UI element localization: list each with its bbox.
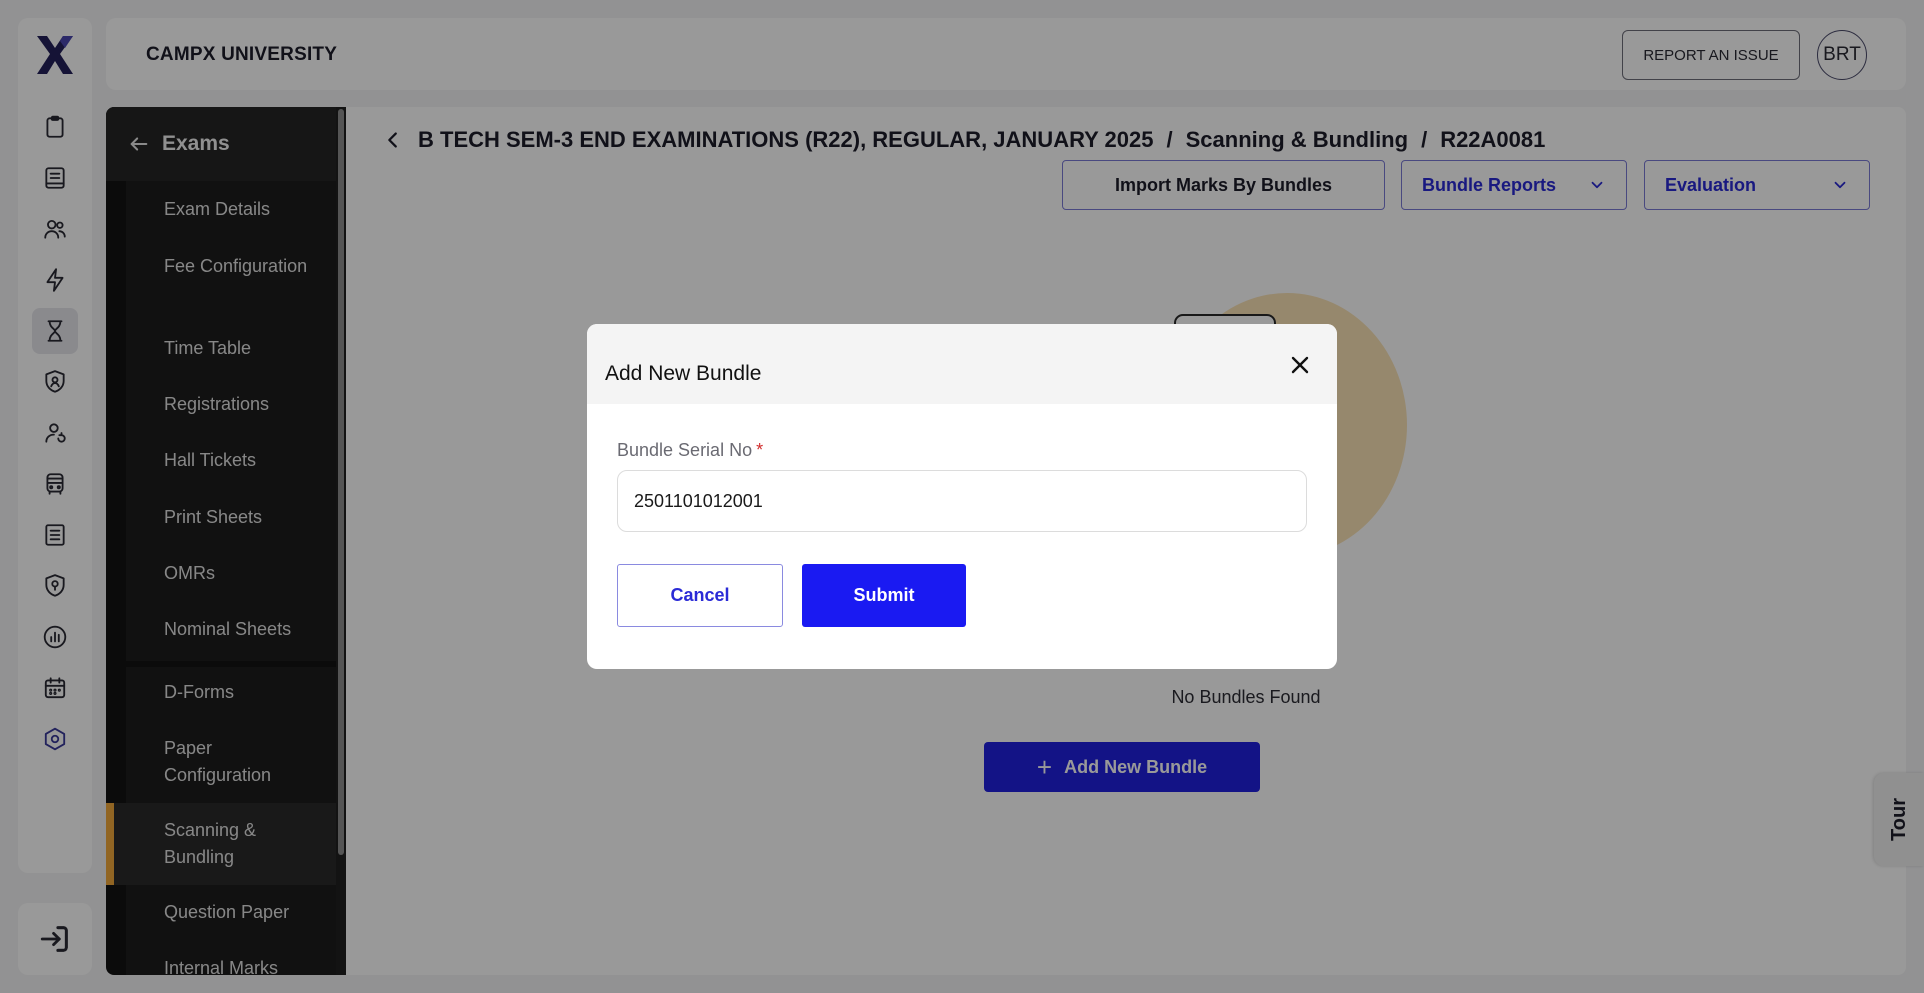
cancel-button[interactable]: Cancel xyxy=(617,564,783,627)
modal-header: Add New Bundle xyxy=(587,324,1337,404)
close-icon xyxy=(1291,356,1309,374)
required-mark: * xyxy=(756,440,764,460)
bundle-serial-input[interactable] xyxy=(617,470,1307,532)
bundle-serial-label: Bundle Serial No * xyxy=(617,440,763,461)
modal-title: Add New Bundle xyxy=(605,362,762,385)
close-button[interactable] xyxy=(1287,352,1313,378)
add-bundle-modal: Add New Bundle Bundle Serial No* Cancel … xyxy=(587,324,1337,669)
bundle-serial-label-text: Bundle Serial No xyxy=(617,440,753,460)
submit-button[interactable]: Submit xyxy=(802,564,966,627)
